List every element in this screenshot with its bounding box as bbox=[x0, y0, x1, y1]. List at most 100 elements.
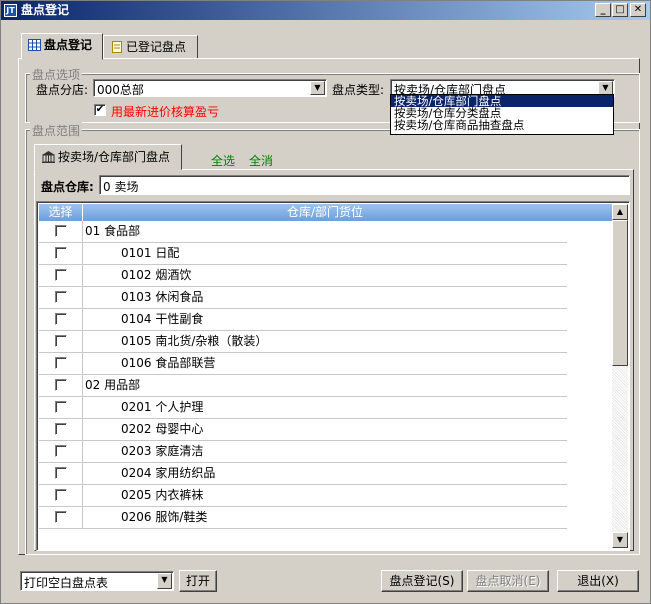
table-row[interactable]: 0206 服饰/鞋类 bbox=[39, 507, 567, 529]
grid-icon bbox=[28, 36, 41, 51]
select-cell bbox=[39, 265, 83, 286]
row-location-name: 0105 南北货/杂粮（散装） bbox=[121, 334, 268, 348]
warehouse-input[interactable]: 0 卖场 bbox=[99, 175, 630, 195]
table-row[interactable]: 0105 南北货/杂粮（散装） bbox=[39, 331, 567, 353]
select-cell bbox=[39, 507, 83, 528]
table-row[interactable]: 0203 家庭清洁 bbox=[39, 441, 567, 463]
row-location-name: 02 用品部 bbox=[85, 378, 141, 392]
scroll-down-icon[interactable]: ▼ bbox=[612, 532, 628, 548]
row-location-name: 0206 服饰/鞋类 bbox=[121, 510, 208, 524]
type-label: 盘点类型: bbox=[332, 83, 385, 97]
row-checkbox[interactable] bbox=[55, 247, 67, 259]
chevron-down-icon[interactable]: ▼ bbox=[598, 81, 613, 95]
select-cell bbox=[39, 353, 83, 374]
warehouse-value: 0 卖场 bbox=[103, 180, 139, 194]
type-option[interactable]: 按卖场/仓库商品抽查盘点 bbox=[391, 119, 613, 131]
select-cell bbox=[39, 309, 83, 330]
row-checkbox[interactable] bbox=[55, 269, 67, 281]
tab-by-department-label: 按卖场/仓库部门盘点 bbox=[58, 150, 171, 164]
tab-registered[interactable]: 已登记盘点 bbox=[103, 35, 198, 59]
row-location-name: 0101 日配 bbox=[121, 246, 180, 260]
select-cell bbox=[39, 221, 83, 242]
row-checkbox[interactable] bbox=[55, 313, 67, 325]
row-location-name: 0205 内衣裤袜 bbox=[121, 488, 204, 502]
select-cell bbox=[39, 419, 83, 440]
print-template-select[interactable]: 打印空白盘点表 ▼ bbox=[20, 571, 174, 591]
branch-value: 000总部 bbox=[97, 83, 144, 97]
table-row[interactable]: 0106 食品部联营 bbox=[39, 353, 567, 375]
clear-all-link[interactable]: 全消 bbox=[249, 152, 273, 169]
table-row[interactable]: 02 用品部 bbox=[39, 375, 567, 397]
table-row[interactable]: 0205 内衣裤袜 bbox=[39, 485, 567, 507]
col-select-header[interactable]: 选择 bbox=[39, 204, 83, 221]
row-location-name: 0204 家用纺织品 bbox=[121, 466, 216, 480]
warehouse-label: 盘点仓库: bbox=[41, 180, 94, 194]
row-checkbox[interactable] bbox=[55, 467, 67, 479]
row-location-name: 0103 休闲食品 bbox=[121, 290, 204, 304]
table-row[interactable]: 0202 母婴中心 bbox=[39, 419, 567, 441]
type-dropdown-list: 按卖场/仓库部门盘点 按卖场/仓库分类盘点 按卖场/仓库商品抽查盘点 bbox=[390, 94, 614, 135]
table-row[interactable]: 0204 家用纺织品 bbox=[39, 463, 567, 485]
row-checkbox[interactable] bbox=[55, 291, 67, 303]
main-window: JT 盘点登记 _ □ ✕ 盘点登记 已登记盘点 盘点选项 盘点分店: 000总… bbox=[0, 0, 651, 604]
vertical-scrollbar[interactable]: ▲ ▼ bbox=[612, 204, 628, 548]
row-checkbox[interactable] bbox=[55, 423, 67, 435]
row-location-name: 0203 家庭清洁 bbox=[121, 444, 204, 458]
table-row[interactable]: 0201 个人护理 bbox=[39, 397, 567, 419]
title-bar[interactable]: JT 盘点登记 _ □ ✕ bbox=[1, 1, 650, 20]
row-location-name: 0202 母婴中心 bbox=[121, 422, 204, 436]
row-checkbox[interactable] bbox=[55, 511, 67, 523]
row-checkbox[interactable] bbox=[55, 401, 67, 413]
row-checkbox[interactable] bbox=[55, 489, 67, 501]
table-row[interactable]: 0102 烟酒饮 bbox=[39, 265, 567, 287]
minimize-button[interactable]: _ bbox=[595, 3, 611, 17]
row-location-name: 0201 个人护理 bbox=[121, 400, 204, 414]
open-button[interactable]: 打开 bbox=[179, 570, 217, 592]
select-cell bbox=[39, 397, 83, 418]
chevron-down-icon[interactable]: ▼ bbox=[310, 81, 325, 95]
register-button[interactable]: 盘点登记(S) bbox=[381, 570, 463, 592]
cancel-count-button[interactable]: 盘点取消(E) bbox=[467, 570, 549, 592]
latest-price-label: 用最新进价核算盈亏 bbox=[111, 105, 220, 119]
scroll-thumb[interactable] bbox=[612, 220, 628, 366]
grid-header: 选择 仓库/部门货位 bbox=[39, 204, 613, 221]
table-row[interactable]: 0101 日配 bbox=[39, 243, 567, 265]
select-cell bbox=[39, 331, 83, 352]
exit-button[interactable]: 退出(X) bbox=[557, 570, 639, 592]
select-cell bbox=[39, 375, 83, 396]
tab-register[interactable]: 盘点登记 bbox=[21, 33, 103, 60]
select-cell bbox=[39, 441, 83, 462]
branch-label: 盘点分店: bbox=[36, 83, 89, 97]
select-all-link[interactable]: 全选 bbox=[211, 152, 235, 169]
row-checkbox[interactable] bbox=[55, 335, 67, 347]
close-button[interactable]: ✕ bbox=[630, 3, 646, 17]
tab-register-label: 盘点登记 bbox=[44, 38, 93, 52]
select-cell bbox=[39, 463, 83, 484]
department-grid: 选择 仓库/部门货位 01 食品部 0101 日配 0102 烟酒饮 0103 休闲食… bbox=[36, 201, 630, 551]
table-row[interactable]: 01 食品部 bbox=[39, 221, 567, 243]
row-checkbox[interactable] bbox=[55, 379, 67, 391]
table-row[interactable]: 0104 干性副食 bbox=[39, 309, 567, 331]
print-template-value: 打印空白盘点表 bbox=[24, 576, 109, 590]
row-checkbox[interactable] bbox=[55, 357, 67, 369]
select-cell bbox=[39, 243, 83, 264]
branch-select[interactable]: 000总部 ▼ bbox=[93, 79, 327, 97]
window-title: 盘点登记 bbox=[21, 3, 70, 17]
tab-by-department[interactable]: 按卖场/仓库部门盘点 bbox=[34, 144, 182, 170]
row-location-name: 0106 食品部联营 bbox=[121, 356, 216, 370]
latest-price-checkbox[interactable]: ✔ bbox=[94, 104, 106, 116]
document-icon bbox=[110, 38, 123, 53]
tab-registered-label: 已登记盘点 bbox=[126, 40, 187, 54]
row-checkbox[interactable] bbox=[55, 445, 67, 457]
row-location-name: 01 食品部 bbox=[85, 224, 141, 238]
app-icon: JT bbox=[4, 4, 17, 17]
row-checkbox[interactable] bbox=[55, 225, 67, 237]
select-cell bbox=[39, 485, 83, 506]
select-cell bbox=[39, 287, 83, 308]
scroll-up-icon[interactable]: ▲ bbox=[612, 204, 628, 220]
chevron-down-icon[interactable]: ▼ bbox=[157, 573, 172, 589]
col-location-header[interactable]: 仓库/部门货位 bbox=[83, 204, 567, 221]
maximize-button[interactable]: □ bbox=[612, 3, 628, 17]
table-row[interactable]: 0103 休闲食品 bbox=[39, 287, 567, 309]
warehouse-icon bbox=[41, 147, 56, 171]
